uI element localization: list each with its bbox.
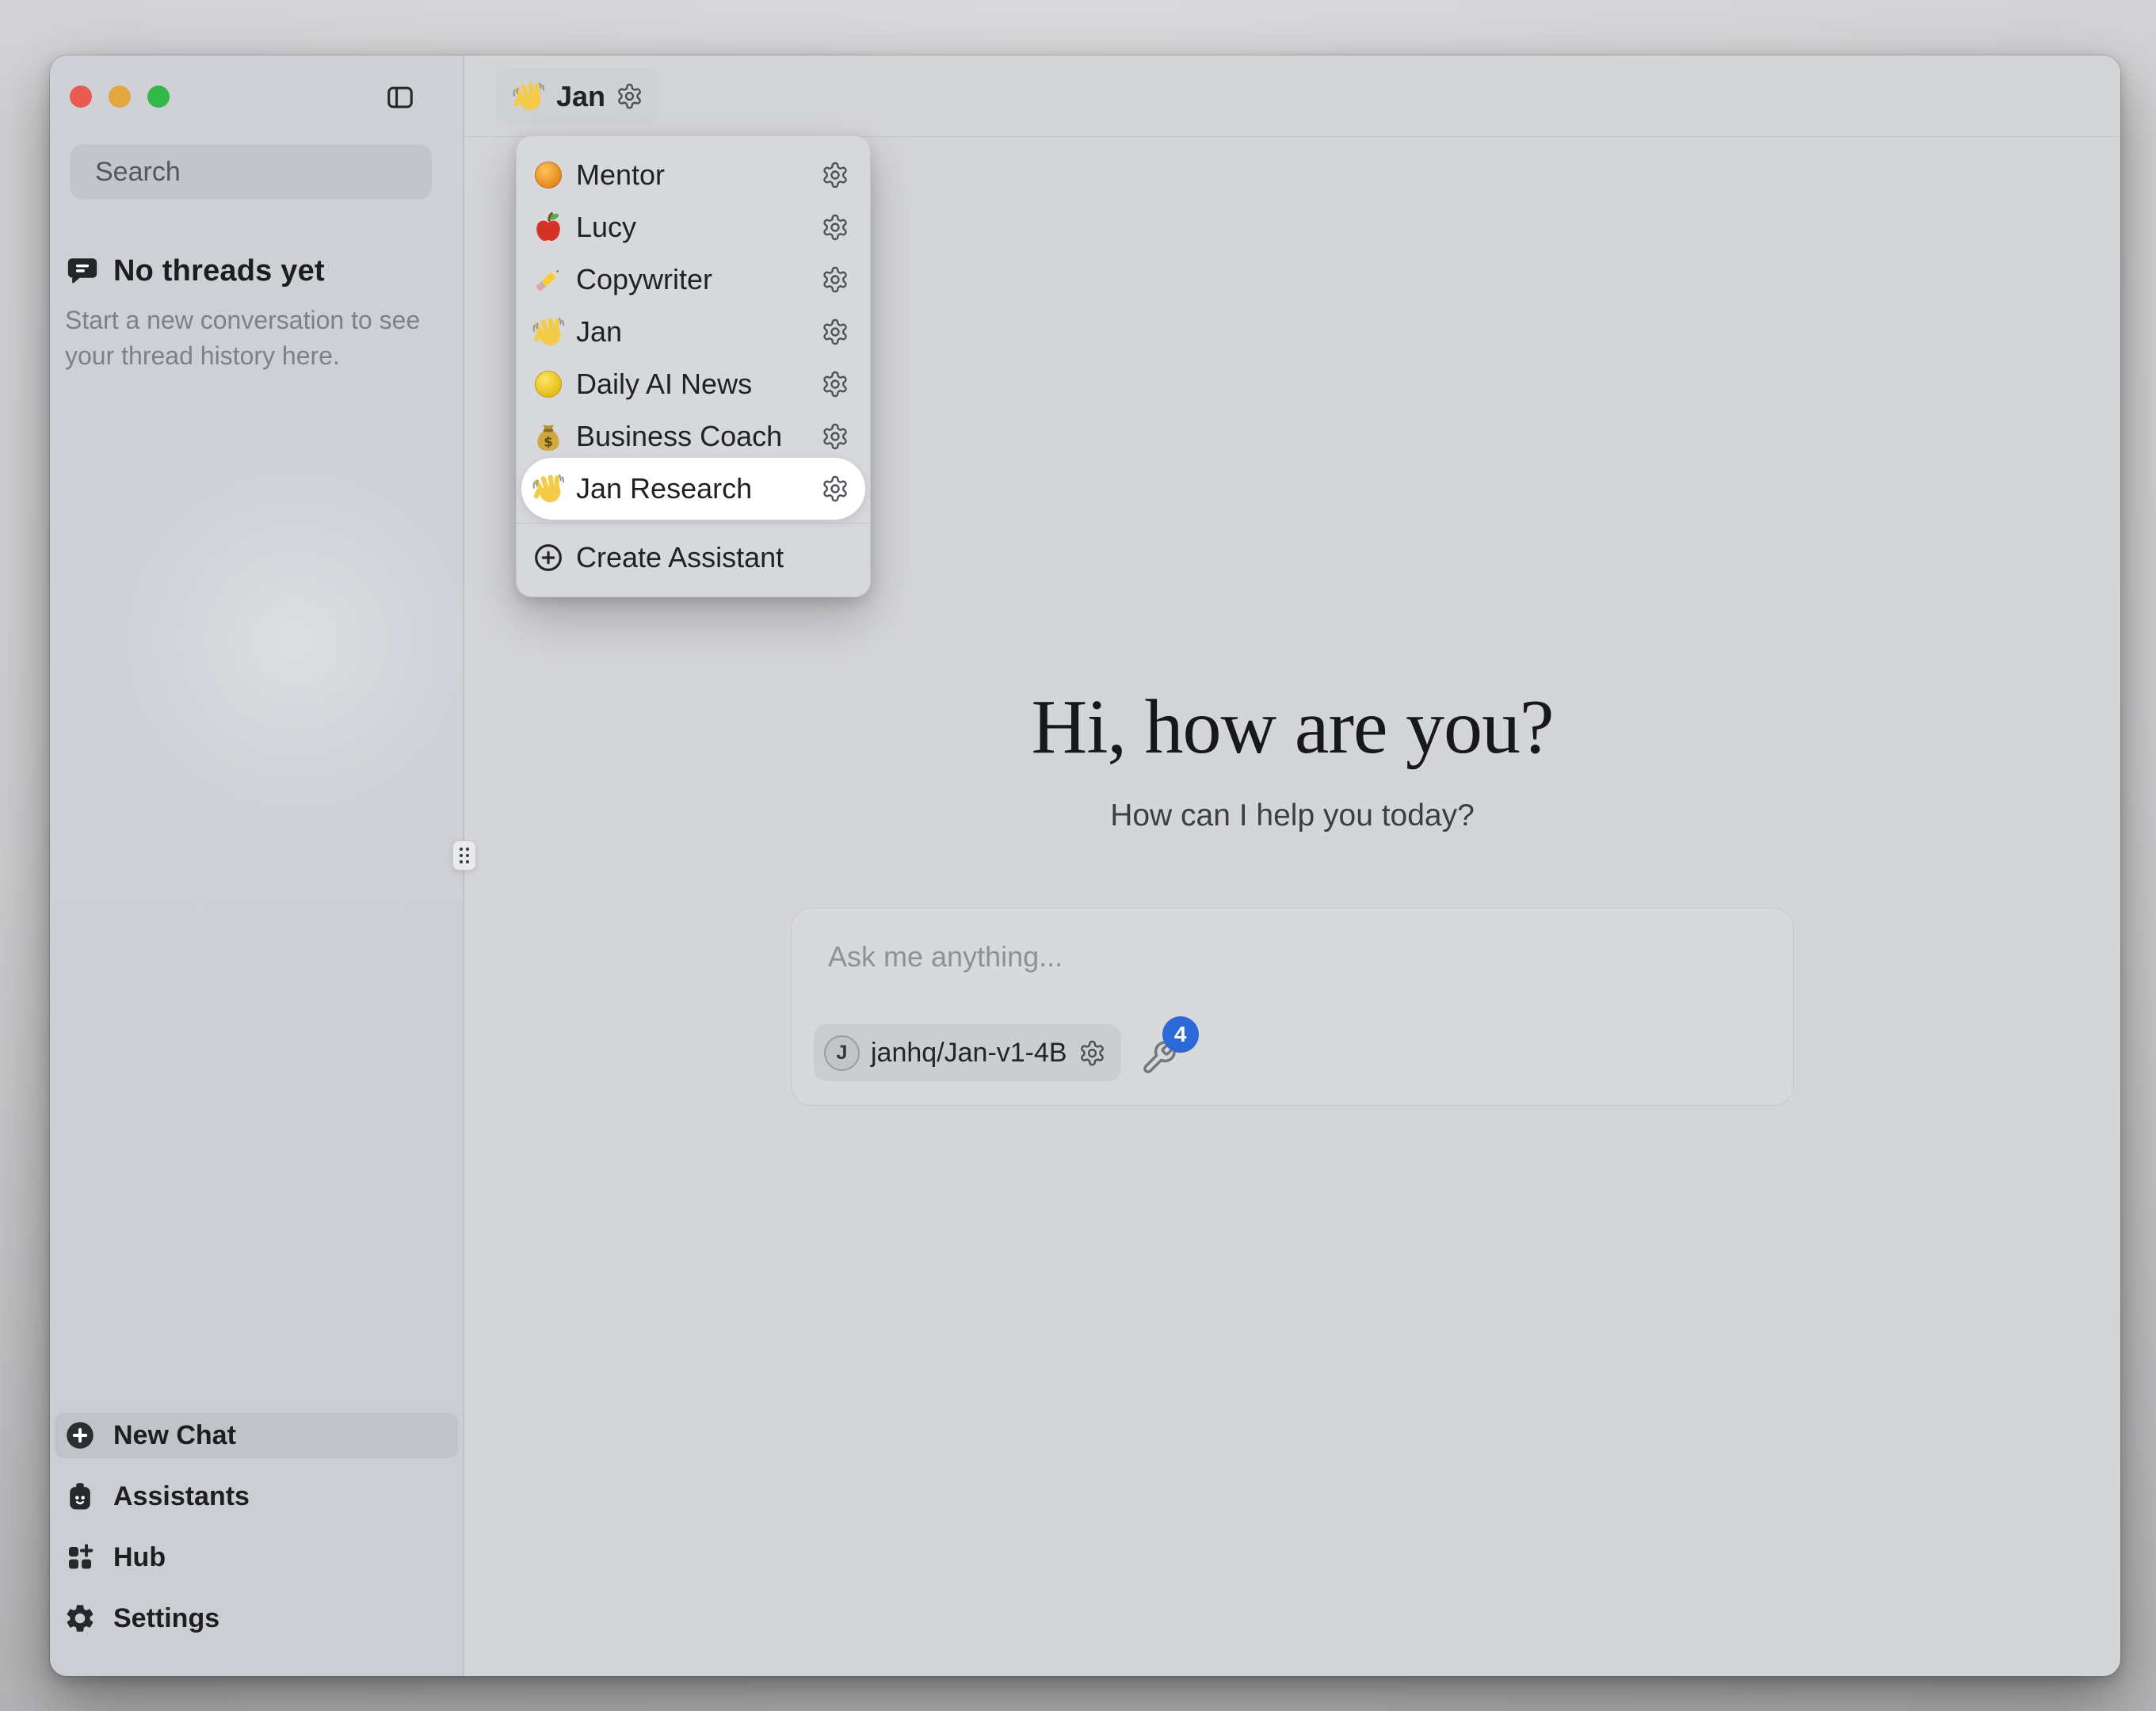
search-input[interactable] xyxy=(95,157,446,188)
empty-state: No threads yet xyxy=(64,253,325,288)
nav-item-new-chat[interactable]: New Chat xyxy=(55,1412,458,1458)
composer: J janhq/Jan-v1-4B 4 xyxy=(791,908,1794,1106)
grip-dots-icon xyxy=(457,845,471,866)
menu-item-label: Jan Research xyxy=(576,472,752,505)
menu-item-gear-icon[interactable] xyxy=(821,161,849,189)
model-selector-button[interactable]: J janhq/Jan-v1-4B xyxy=(814,1024,1121,1081)
wave-emoji-icon xyxy=(511,79,546,114)
zoom-button[interactable] xyxy=(147,86,170,108)
nav-item-assistants[interactable]: Assistants xyxy=(55,1473,458,1519)
sidebar-toggle-icon xyxy=(384,82,417,112)
orange-circle-emoji-icon xyxy=(531,158,566,192)
menu-item-daily-ai-news[interactable]: Daily AI News xyxy=(521,358,865,410)
composer-toolbar: J janhq/Jan-v1-4B 4 xyxy=(814,1024,1181,1081)
grid-plus-icon xyxy=(63,1541,97,1574)
menu-item-create-assistant[interactable]: Create Assistant xyxy=(521,532,865,584)
greeting-subtitle: How can I help you today? xyxy=(464,798,2120,833)
minimize-button[interactable] xyxy=(109,86,131,108)
menu-item-gear-icon[interactable] xyxy=(821,213,849,242)
menu-item-gear-icon[interactable] xyxy=(821,370,849,398)
chat-input[interactable] xyxy=(828,940,1755,974)
model-name: janhq/Jan-v1-4B xyxy=(871,1038,1067,1069)
menu-item-gear-icon[interactable] xyxy=(821,422,849,451)
menu-item-business-coach[interactable]: Business Coach xyxy=(521,410,865,463)
close-button[interactable] xyxy=(70,86,92,108)
window-controls xyxy=(70,86,170,108)
plus-circle-outline-icon xyxy=(531,540,566,575)
menu-item-mentor[interactable]: Mentor xyxy=(521,149,865,201)
menu-item-gear-icon[interactable] xyxy=(821,474,849,503)
sidebar: No threads yet Start a new conversation … xyxy=(50,55,464,1676)
menu-item-label: Copywriter xyxy=(576,263,712,296)
assistant-selector-label: Jan xyxy=(556,80,605,113)
menu-item-lucy[interactable]: Lucy xyxy=(521,201,865,253)
menu-item-label: Daily AI News xyxy=(576,368,752,401)
model-avatar: J xyxy=(824,1035,860,1071)
menu-item-gear-icon[interactable] xyxy=(821,318,849,346)
tools-button[interactable]: 4 xyxy=(1140,1029,1181,1077)
sidebar-bottom-nav: New Chat Assistants xyxy=(55,1412,458,1641)
menu-item-label: Lucy xyxy=(576,211,636,244)
nav-item-hub[interactable]: Hub xyxy=(55,1534,458,1580)
nav-item-settings[interactable]: Settings xyxy=(55,1595,458,1641)
nav-item-label: Settings xyxy=(113,1603,219,1634)
menu-item-label: Mentor xyxy=(576,158,665,192)
wave-emoji-icon xyxy=(531,314,566,349)
assistant-settings-icon[interactable] xyxy=(616,82,643,110)
menu-item-label: Jan xyxy=(576,315,622,349)
menu-item-copywriter[interactable]: Copywriter xyxy=(521,253,865,306)
menu-item-label: Create Assistant xyxy=(576,541,784,574)
search-field[interactable] xyxy=(70,144,432,200)
assistant-dropdown-menu: Mentor Lucy Copywriter Jan xyxy=(516,135,871,597)
empty-state-body: Start a new conversation to see your thr… xyxy=(65,303,423,374)
menu-item-jan-research[interactable]: Jan Research xyxy=(521,458,865,520)
nav-item-label: Assistants xyxy=(113,1481,250,1512)
sidebar-resize-handle[interactable] xyxy=(452,840,476,871)
gear-filled-icon xyxy=(63,1602,97,1635)
model-settings-icon[interactable] xyxy=(1078,1039,1106,1067)
app-window: No threads yet Start a new conversation … xyxy=(50,55,2120,1676)
plus-circle-icon xyxy=(63,1419,97,1452)
menu-item-jan[interactable]: Jan xyxy=(521,306,865,358)
money-bag-emoji-icon xyxy=(531,419,566,454)
main-area: Jan Mentor Lucy Copywriter xyxy=(464,55,2120,1676)
apple-emoji-icon xyxy=(531,210,566,245)
wave-emoji-icon xyxy=(531,471,566,506)
menu-item-gear-icon[interactable] xyxy=(821,265,849,294)
tools-count-badge: 4 xyxy=(1162,1016,1199,1053)
menu-divider xyxy=(517,523,870,524)
main-header: Jan xyxy=(464,55,2120,137)
yellow-circle-emoji-icon xyxy=(531,367,566,402)
nav-item-label: New Chat xyxy=(113,1420,236,1451)
assistant-robot-icon xyxy=(63,1480,97,1513)
chat-bubble-icon xyxy=(64,253,101,288)
sidebar-toggle-button[interactable] xyxy=(380,79,421,116)
nav-item-label: Hub xyxy=(113,1542,166,1573)
empty-state-title: No threads yet xyxy=(113,254,325,288)
pencil-emoji-icon xyxy=(531,262,566,297)
menu-item-label: Business Coach xyxy=(576,420,782,453)
greeting-title: Hi, how are you? xyxy=(464,683,2120,772)
assistant-selector-button[interactable]: Jan xyxy=(495,68,659,124)
